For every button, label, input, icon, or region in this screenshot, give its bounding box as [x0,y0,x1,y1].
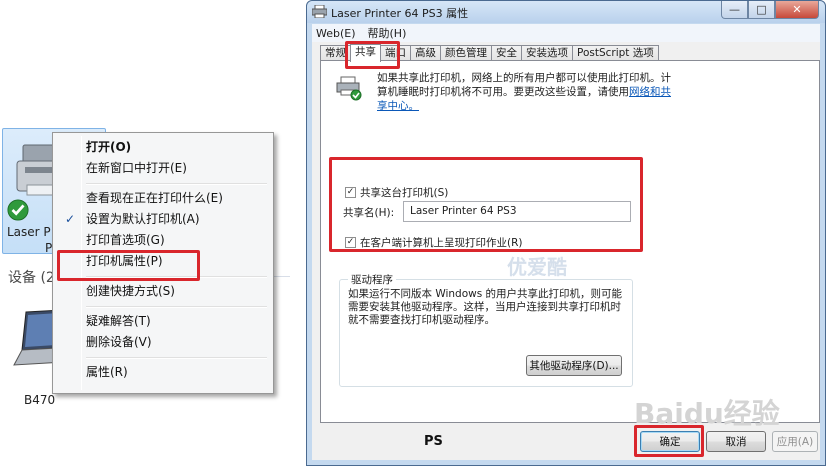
tab-ports[interactable]: 端口 [380,45,411,61]
drivers-description: 如果运行不同版本 Windows 的用户共享此打印机，则可能需要安装其他驱动程序… [348,288,623,326]
menu-item-see-printing[interactable]: 查看现在正在打印什么(E) [55,188,271,209]
tab-color-management[interactable]: 颜色管理 [440,45,492,61]
tab-sharing[interactable]: 共享 [350,44,381,62]
apply-button[interactable]: 应用(A) [772,431,818,452]
context-menu: 打开(O) 在新窗口中打开(E) 查看现在正在打印什么(E) ✓ 设置为默认打印机… [52,132,274,394]
tab-advanced[interactable]: 高级 [410,45,441,61]
tab-install-options[interactable]: 安装选项 [521,45,573,61]
title-bar[interactable]: Laser Printer 64 PS3 属性 — □ ✕ [307,1,825,23]
menu-web[interactable]: Web(E) [316,27,356,40]
printer-properties-window: Laser Printer 64 PS3 属性 — □ ✕ Web(E) 帮助(… [306,0,826,466]
minimize-button[interactable]: — [721,1,748,19]
sharing-description: 如果共享此打印机，网络上的所有用户都可以使用此打印机。计算机睡眠时打印机将不可用… [377,71,677,113]
default-check-icon [7,199,29,221]
share-name-label: 共享名(H): [343,207,395,219]
ok-button[interactable]: 确定 [640,431,700,452]
sharing-tab-page: 如果共享此打印机，网络上的所有用户都可以使用此打印机。计算机睡眠时打印机将不可用… [320,60,820,423]
menu-item-set-default-label: 设置为默认打印机(A) [86,212,200,226]
tab-strip: 常规 共享 端口 高级 颜色管理 安全 安装选项 PostScript 选项 [320,44,659,62]
dialog-client: 常规 共享 端口 高级 颜色管理 安全 安装选项 PostScript 选项 如… [312,41,820,460]
menu-item-printer-properties[interactable]: 打印机属性(P) [55,251,271,272]
menu-separator [55,179,271,188]
menu-help[interactable]: 帮助(H) [368,25,407,41]
screenshot-stage: Laser P P 设备 (2 B470 打开(O) 在新窗口中打开(E) 查看… [0,0,826,466]
tab-security[interactable]: 安全 [491,45,522,61]
printer-name-label: Laser P [7,225,51,239]
other-drivers-button[interactable]: 其他驱动程序(D)... [526,355,622,376]
menu-separator [55,272,271,281]
menu-separator [55,353,271,362]
menu-item-open-new-window[interactable]: 在新窗口中打开(E) [55,158,271,179]
shared-printer-icon [336,76,362,101]
drivers-group: 驱动程序 如果运行不同版本 Windows 的用户共享此打印机，则可能需要安装其… [339,272,633,387]
share-printer-checkbox[interactable]: ✓ 共享这台打印机(S) [345,185,448,200]
center-watermark: 优爱酷 [507,255,567,279]
menu-item-printing-preferences[interactable]: 打印首选项(G) [55,230,271,251]
checkmark-icon: ✓ [64,212,76,226]
share-printer-checkbox-label: 共享这台打印机(S) [360,187,449,199]
menu-separator [55,302,271,311]
menu-item-open[interactable]: 打开(O) [55,137,271,158]
close-button[interactable]: ✕ [775,1,819,19]
share-name-input[interactable]: Laser Printer 64 PS3 [403,201,631,222]
menu-item-set-default[interactable]: ✓ 设置为默认打印机(A) [55,209,271,230]
sharing-description-text: 如果共享此打印机，网络上的所有用户都可以使用此打印机。计算机睡眠时打印机将不可用… [377,72,671,98]
maximize-button[interactable]: □ [748,1,775,19]
laptop-name-label: B470 [24,393,56,407]
render-jobs-checkbox-box: ✓ [345,237,356,248]
menu-item-troubleshoot[interactable]: 疑难解答(T) [55,311,271,332]
drivers-group-title: 驱动程序 [348,272,396,287]
window-title: Laser Printer 64 PS3 属性 [331,7,469,20]
menu-bar: Web(E) 帮助(H) [312,24,820,42]
window-controls: — □ ✕ [721,1,819,19]
cancel-button[interactable]: 取消 [706,431,766,452]
tab-postscript-options[interactable]: PostScript 选项 [572,45,659,61]
render-jobs-checkbox[interactable]: ✓ 在客户端计算机上呈现打印作业(R) [345,235,523,250]
tab-general[interactable]: 常规 [320,45,351,61]
menu-item-properties[interactable]: 属性(R) [55,362,271,383]
menu-item-create-shortcut[interactable]: 创建快捷方式(S) [55,281,271,302]
menu-item-remove-device[interactable]: 删除设备(V) [55,332,271,353]
footer-ps-label: PS [424,434,443,449]
render-jobs-checkbox-label: 在客户端计算机上呈现打印作业(R) [360,237,523,249]
share-printer-checkbox-box: ✓ [345,187,356,198]
printer-small-icon [312,5,327,18]
devices-section-label: 设备 (2 [8,270,55,286]
